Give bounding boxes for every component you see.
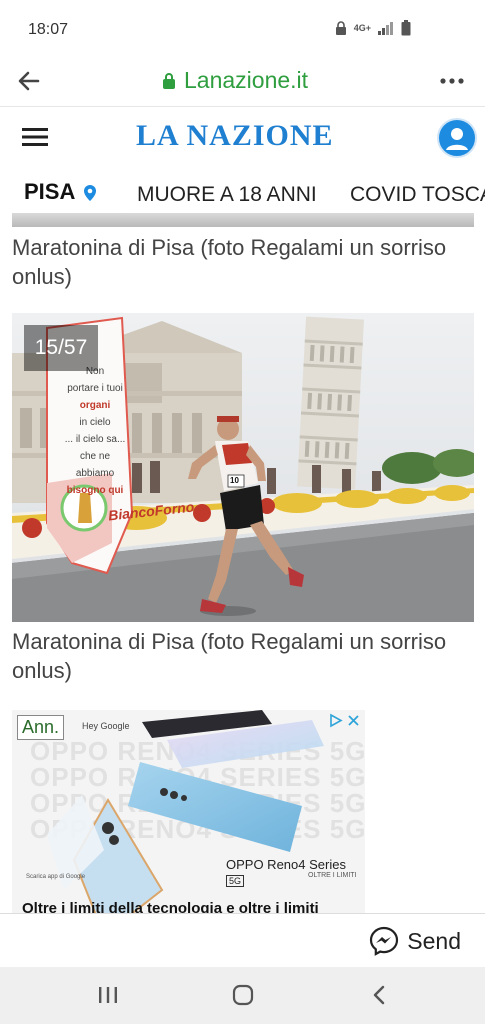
banner-line: che ne abbiamo [75,451,115,479]
status-bar: 18:07 4G+ [0,0,485,58]
hamburger-menu-icon[interactable] [22,125,48,149]
system-navigation-bar [0,967,485,1024]
tab-pisa[interactable]: PISA [24,179,75,205]
photo-caption-top: Maratonina di Pisa (foto Regalami un sor… [12,235,447,289]
person-icon [446,128,468,150]
advertisement[interactable]: OPPO RENO4 SERIES 5G OPPO RENO4 SERIES 5… [12,710,365,915]
tab-muore-a-18-anni[interactable]: MUORE A 18 ANNI [137,183,317,207]
location-pin-icon [84,185,96,201]
lock-icon [335,21,346,35]
tab-covid-toscana[interactable]: COVID TOSCA [350,183,485,207]
battery-icon [401,20,411,36]
site-header: LA NAZIONE [0,106,485,168]
5g-badge: 5G [226,875,245,887]
site-logo[interactable]: LA NAZIONE [136,119,334,153]
previous-photo-edge [12,213,474,227]
more-options-icon[interactable] [439,68,465,94]
back-icon[interactable] [371,985,387,1005]
banner-line: ... il cielo sa... [64,434,126,445]
url-text: Lanazione.it [184,67,309,93]
hey-google-label: Hey Google [82,721,130,731]
banner-line: organi [79,400,111,411]
user-account-icon[interactable] [437,118,477,158]
signal-icon [378,22,393,35]
adchoices-close-icon[interactable] [329,713,361,728]
runner-bib-number: 10 [230,476,239,485]
banner-line: bisogno qui [66,485,124,496]
photo-counter: 15/57 [24,325,98,371]
ad-label: Ann. [17,715,65,740]
address-field[interactable]: Lanazione.it [162,67,308,94]
send-label: Send [407,927,461,954]
send-button[interactable]: Send [369,926,461,956]
section-nav: PISA MUORE A 18 ANNI COVID TOSCA [0,167,485,213]
clock: 18:07 [28,21,69,38]
ad-tagline: OLTRE I LIMITI [308,872,357,879]
padlock-icon [163,73,175,89]
model-text: OPPO Reno4 Series [226,857,346,872]
google-app-badge: Scarica app di Google [26,874,86,880]
messenger-icon [370,926,399,956]
back-arrow-icon[interactable] [16,68,42,94]
status-icons: 4G+ [335,20,411,36]
awareness-banner-text: Non portare i tuoi organi in cielo ... i… [60,363,130,499]
share-bar: Send [0,913,485,968]
photo-caption-bottom: Maratonina di Pisa (foto Regalami un sor… [12,629,447,683]
banner-line: portare i tuoi [67,383,123,394]
recent-apps-icon[interactable] [97,985,119,1005]
banner-line: in cielo [79,417,111,428]
network-type: 4G+ [353,22,371,33]
browser-url-bar: Lanazione.it [0,58,485,106]
home-icon[interactable] [232,984,254,1006]
